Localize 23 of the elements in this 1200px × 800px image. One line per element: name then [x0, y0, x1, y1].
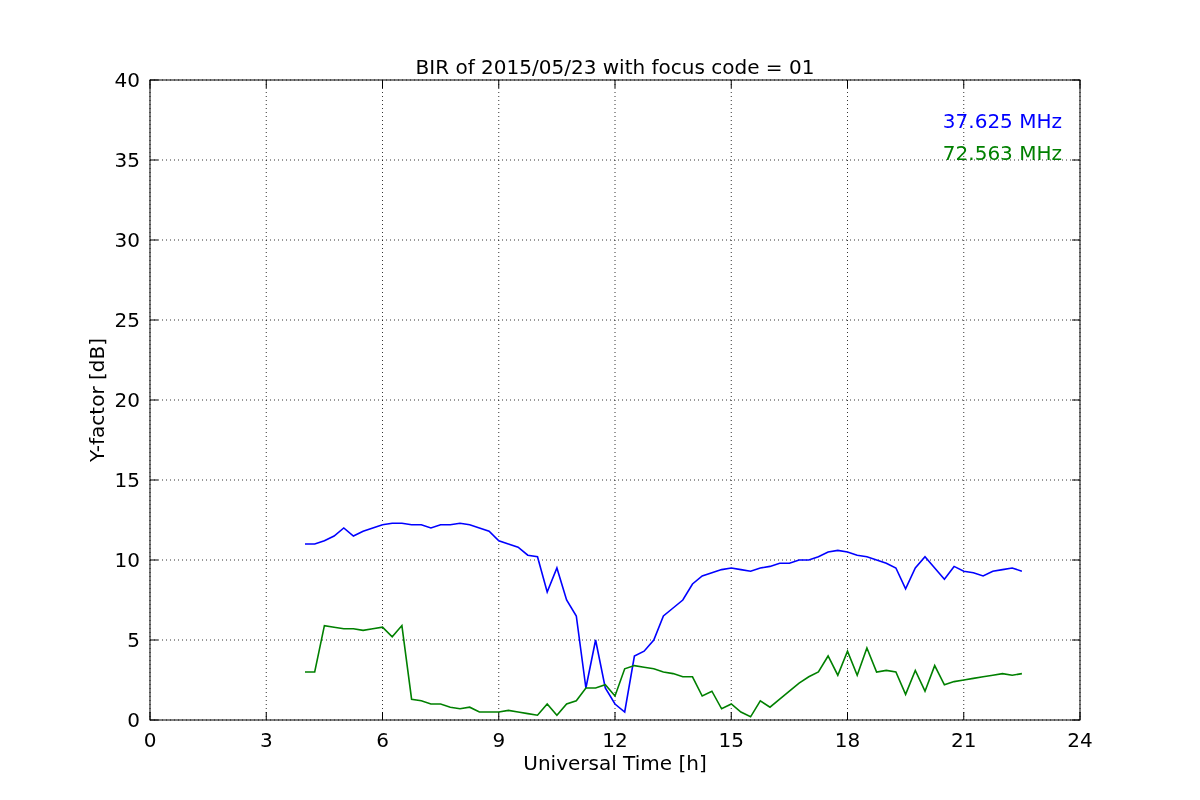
- x-tick-label: 0: [143, 728, 157, 752]
- chart-title: BIR of 2015/05/23 with focus code = 01: [415, 55, 815, 79]
- x-tick-label: 9: [492, 728, 506, 752]
- x-tick-label: 24: [1067, 728, 1093, 752]
- x-tick-label: 15: [718, 728, 744, 752]
- series-label: 72.563 MHz: [942, 141, 1062, 165]
- y-tick-label: 25: [114, 308, 140, 332]
- y-tick-label: 0: [127, 708, 140, 732]
- y-tick-label: 40: [114, 68, 140, 92]
- x-tick-label: 3: [259, 728, 273, 752]
- y-tick-label: 10: [114, 548, 140, 572]
- y-tick-label: 35: [114, 148, 140, 172]
- x-axis-label: Universal Time [h]: [523, 751, 707, 775]
- y-axis-label: Y-factor [dB]: [85, 338, 109, 462]
- x-tick-label: 12: [602, 728, 628, 752]
- y-tick-label: 15: [114, 468, 140, 492]
- y-tick-label: 20: [114, 388, 140, 412]
- y-tick-label: 5: [127, 628, 140, 652]
- series-label: 37.625 MHz: [942, 109, 1062, 133]
- x-tick-label: 18: [834, 728, 861, 752]
- y-tick-label: 30: [114, 228, 140, 252]
- x-tick-label: 6: [376, 728, 389, 752]
- x-tick-label: 21: [951, 728, 977, 752]
